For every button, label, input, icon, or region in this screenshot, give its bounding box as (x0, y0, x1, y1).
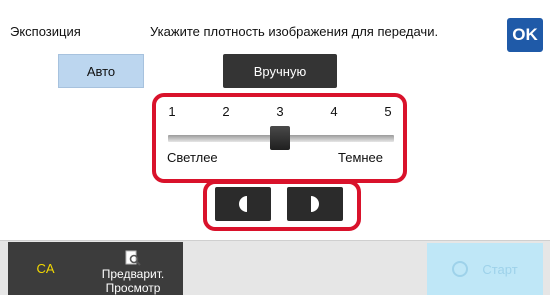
density-tick-4: 4 (330, 104, 338, 119)
instruction-text: Укажите плотность изображения для переда… (150, 24, 439, 39)
density-tick-2: 2 (222, 104, 230, 119)
auto-mode-button[interactable]: Авто (58, 54, 144, 88)
preview-magnifier-icon (125, 250, 141, 266)
manual-mode-button[interactable]: Вручную (223, 54, 337, 88)
darker-step-button[interactable] (287, 187, 343, 221)
density-tick-3: 3 (276, 104, 284, 119)
start-label: Старт (482, 261, 518, 277)
start-icon (452, 261, 469, 277)
density-slider-thumb[interactable] (270, 126, 290, 150)
preview-label-line1: Предварит. (101, 267, 165, 281)
half-circle-right-icon (311, 196, 319, 212)
lighter-step-button[interactable] (215, 187, 271, 221)
darker-label: Темнее (338, 150, 384, 165)
preview-button[interactable]: Предварит. Просмотр (83, 242, 183, 295)
preview-label-line2: Просмотр (105, 281, 161, 295)
density-tick-5: 5 (384, 104, 392, 119)
lighter-label: Светлее (167, 150, 218, 165)
start-button: Старт (427, 243, 543, 295)
half-circle-left-icon (239, 196, 247, 212)
clear-all-button[interactable]: CA (8, 242, 83, 295)
density-tick-1: 1 (168, 104, 176, 119)
screen-title: Экспозиция (10, 24, 81, 39)
exposure-panel: Экспозиция Укажите плотность изображения… (0, 0, 550, 241)
ok-button[interactable]: OK (507, 18, 543, 52)
